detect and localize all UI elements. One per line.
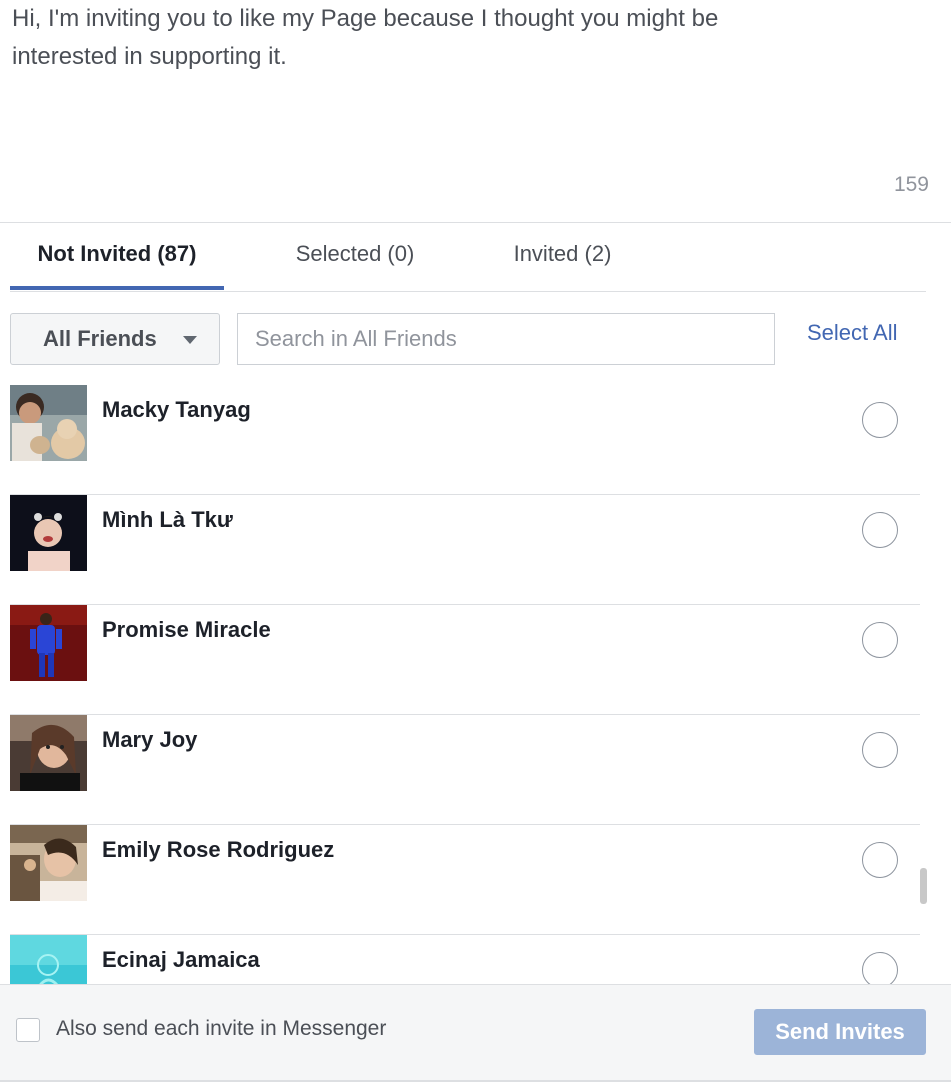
- friends-filter-dropdown[interactable]: All Friends: [10, 313, 220, 365]
- scrollbar[interactable]: [920, 868, 927, 904]
- avatar: [10, 495, 87, 571]
- active-tab-indicator: [10, 286, 224, 290]
- list-item[interactable]: Mary Joy: [10, 715, 920, 825]
- select-radio[interactable]: [862, 952, 898, 985]
- invite-tabs: Not Invited (87) Selected (0) Invited (2…: [10, 222, 926, 292]
- select-radio[interactable]: [862, 732, 898, 768]
- list-item[interactable]: Emily Rose Rodriguez: [10, 825, 920, 935]
- messenger-checkbox-label[interactable]: Also send each invite in Messenger: [56, 1017, 386, 1041]
- avatar: [10, 935, 87, 985]
- select-radio[interactable]: [862, 402, 898, 438]
- avatar: [10, 605, 87, 681]
- invite-message[interactable]: Hi, I'm inviting you to like my Page bec…: [12, 0, 912, 200]
- list-item[interactable]: Mình Là Tkư: [10, 495, 920, 605]
- list-item[interactable]: Promise Miracle: [10, 605, 920, 715]
- tab-invited[interactable]: Invited (2): [490, 222, 635, 290]
- friend-name: Promise Miracle: [102, 617, 271, 642]
- friend-name: Ecinaj Jamaica: [102, 947, 260, 972]
- character-counter: 159: [893, 173, 929, 196]
- tab-selected[interactable]: Selected (0): [270, 222, 440, 290]
- tabs-divider: [10, 291, 926, 292]
- friend-name: Macky Tanyag: [102, 397, 251, 422]
- avatar: [10, 385, 87, 461]
- list-item[interactable]: Ecinaj Jamaica: [10, 935, 920, 985]
- footer-bar: Also send each invite in Messenger Send …: [0, 984, 951, 1082]
- search-input[interactable]: [238, 314, 774, 364]
- send-invites-button[interactable]: Send Invites: [754, 1009, 926, 1055]
- tab-not-invited[interactable]: Not Invited (87): [10, 222, 224, 290]
- friends-list: Macky Tanyag Mình Là Tkư Promise Miracle…: [10, 385, 920, 985]
- invite-message-text[interactable]: Hi, I'm inviting you to like my Page bec…: [12, 0, 912, 76]
- select-all-link[interactable]: Select All: [807, 320, 898, 346]
- friend-name: Mình Là Tkư: [102, 507, 233, 532]
- search-box[interactable]: [237, 313, 775, 365]
- dropdown-label: All Friends: [43, 326, 157, 351]
- avatar: [10, 715, 87, 791]
- select-radio[interactable]: [862, 512, 898, 548]
- avatar: [10, 825, 87, 901]
- messenger-checkbox[interactable]: [16, 1018, 40, 1042]
- select-radio[interactable]: [862, 842, 898, 878]
- friend-name: Mary Joy: [102, 727, 198, 752]
- list-item[interactable]: Macky Tanyag: [10, 385, 920, 495]
- chevron-down-icon: [183, 336, 197, 344]
- friend-name: Emily Rose Rodriguez: [102, 837, 335, 862]
- select-radio[interactable]: [862, 622, 898, 658]
